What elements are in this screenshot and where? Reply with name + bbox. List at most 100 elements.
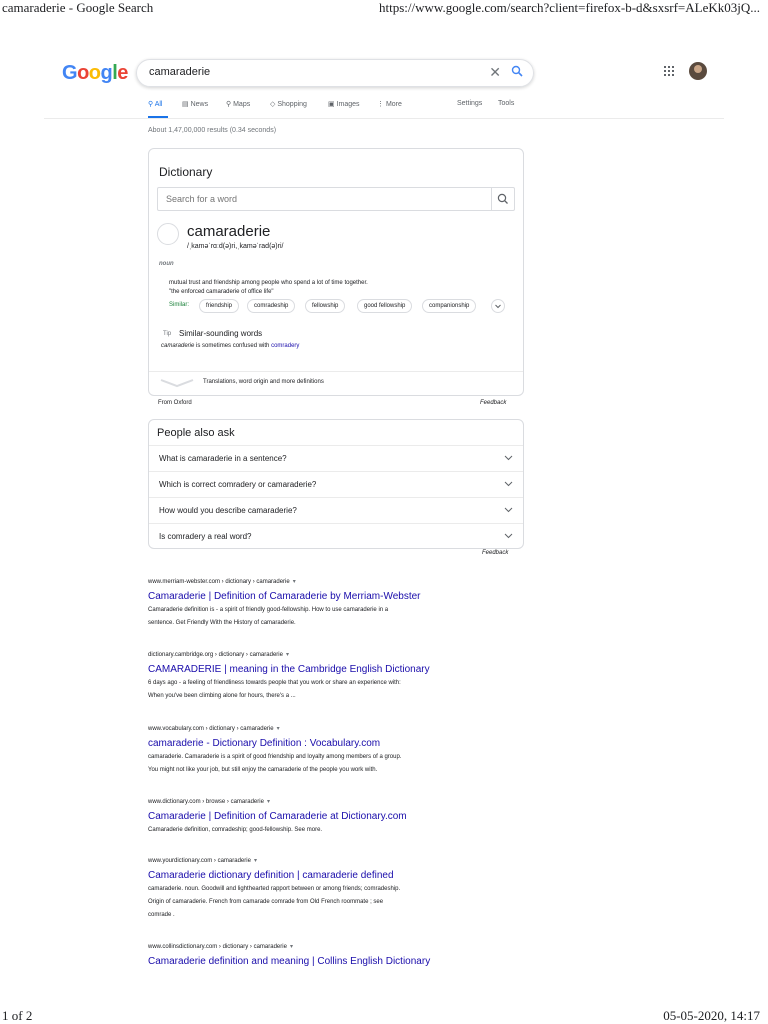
tab-label: Maps [233, 101, 251, 108]
dictionary-divider [149, 371, 523, 372]
similar-chip[interactable]: fellowship [305, 299, 346, 313]
tab-news[interactable]: ▤ News [182, 100, 208, 108]
similar-chip[interactable]: good fellowship [357, 299, 413, 313]
pronunciation-speaker-button[interactable] [157, 223, 179, 245]
chevron-down-icon[interactable] [491, 299, 505, 313]
search-result: www.merriam-webster.com › dictionary › c… [148, 578, 528, 630]
caret-down-icon[interactable]: ▾ [277, 726, 280, 732]
result-url-text: dictionary.cambridge.org › dictionary › … [148, 652, 283, 658]
search-icon[interactable] [511, 64, 523, 82]
result-snippet: camaraderie. noun. Goodwill and lighthea… [148, 883, 528, 922]
tab-images[interactable]: ▣ Images [328, 100, 360, 108]
caret-down-icon[interactable]: ▾ [267, 799, 270, 805]
search-result: dictionary.cambridge.org › dictionary › … [148, 651, 528, 703]
feedback-link[interactable]: Feedback [480, 400, 506, 406]
dictionary-search-input[interactable] [164, 193, 488, 205]
tab-label: Shopping [277, 101, 307, 108]
caret-down-icon[interactable]: ▾ [286, 652, 289, 658]
tab-label: News [190, 101, 209, 108]
print-page-number: 1 of 2 [2, 1008, 33, 1023]
result-snippet: Camaraderie definition, comradeship; goo… [148, 824, 528, 837]
tab-all[interactable]: ⚲ All [148, 100, 162, 108]
snippet-line: When you've been climbing alone for hour… [148, 693, 296, 699]
paa-question[interactable]: Which is correct comradery or camaraderi… [149, 471, 523, 498]
similar-chip[interactable]: friendship [199, 299, 240, 313]
avatar[interactable] [689, 62, 707, 80]
result-title-link[interactable]: Camaraderie | Definition of Camaraderie … [148, 591, 528, 602]
chevron-down-icon [504, 481, 513, 487]
feedback-link[interactable]: Feedback [482, 550, 508, 556]
tab-more[interactable]: ⋮ More [377, 100, 402, 108]
similar-chip[interactable]: companionship [422, 299, 477, 313]
similar-chip[interactable]: comradeship [247, 299, 296, 313]
print-datetime: 05-05-2020, 14:17 [663, 1008, 760, 1023]
snippet-line: Camaraderie definition is - a spirit of … [148, 607, 389, 613]
chevron-down-icon [504, 533, 513, 539]
news-icon: ▤ [182, 101, 189, 108]
logo-letter: G [62, 62, 78, 84]
clear-icon[interactable]: ✕ [489, 64, 501, 81]
tab-maps[interactable]: ⚲ Maps [226, 100, 250, 108]
dictionary-search-button[interactable] [491, 188, 514, 210]
tab-shopping[interactable]: ◇ Shopping [270, 100, 307, 108]
result-url-text: www.dictionary.com › browse › camaraderi… [148, 799, 264, 805]
search-result: www.vocabulary.com › dictionary › camara… [148, 725, 528, 777]
search-result: www.collinsdictionary.com › dictionary ›… [148, 943, 528, 967]
caret-down-icon[interactable]: ▾ [254, 858, 257, 864]
result-url: dictionary.cambridge.org › dictionary › … [148, 651, 528, 658]
snippet-line: Camaraderie definition, comradeship; goo… [148, 827, 323, 833]
print-header: camaraderie - Google Search https://www.… [0, 0, 768, 20]
search-input[interactable] [147, 65, 471, 79]
example-sentence: "the enforced camaraderie of office life… [169, 289, 274, 295]
expand-chevron-icon[interactable] [157, 378, 197, 388]
caret-down-icon[interactable]: ▾ [290, 944, 293, 950]
result-snippet: 6 days ago - a feeling of friendliness t… [148, 677, 528, 703]
paa-question[interactable]: How would you describe camaraderie? [149, 497, 523, 524]
paa-question[interactable]: What is camaraderie in a sentence? [149, 445, 523, 472]
tip-word: camaraderie [161, 343, 195, 349]
logo-letter: o [77, 62, 89, 84]
result-url: www.collinsdictionary.com › dictionary ›… [148, 943, 528, 950]
tip-label: Tip [163, 331, 172, 337]
snippet-line: camaraderie. noun. Goodwill and lighthea… [148, 886, 401, 892]
paa-question-text: Is comradery a real word? [159, 532, 252, 541]
more-definitions-link[interactable]: Translations, word origin and more defin… [203, 379, 324, 385]
search-box: ✕ [136, 59, 534, 87]
snippet-line: comrade . [148, 912, 175, 918]
search-icon [497, 193, 508, 204]
apps-grid-icon[interactable] [664, 66, 674, 76]
result-title-link[interactable]: Camaraderie | Definition of Camaraderie … [148, 811, 528, 822]
tip-link[interactable]: comradery [271, 343, 299, 349]
google-logo[interactable]: Google [62, 62, 128, 85]
result-title-link[interactable]: Camaraderie definition and meaning | Col… [148, 956, 528, 967]
more-vert-icon: ⋮ [377, 101, 384, 108]
snippet-line: 6 days ago - a feeling of friendliness t… [148, 680, 401, 686]
tag-icon: ◇ [270, 101, 276, 108]
print-url: https://www.google.com/search?client=fir… [379, 0, 760, 15]
search-result: www.yourdictionary.com › camaraderie ▾ Ca… [148, 857, 528, 922]
result-title-link[interactable]: Camaraderie dictionary definition | cama… [148, 870, 528, 881]
paa-question-text: What is camaraderie in a sentence? [159, 454, 287, 463]
result-url: www.dictionary.com › browse › camaraderi… [148, 798, 528, 805]
snippet-line: camaraderie. Camaraderie is a spirit of … [148, 754, 402, 760]
tab-tools[interactable]: Tools [498, 100, 514, 107]
tab-settings[interactable]: Settings [457, 100, 482, 107]
paa-title: People also ask [157, 427, 235, 439]
result-url-text: www.merriam-webster.com › dictionary › c… [148, 579, 290, 585]
similar-label: Similar: [169, 302, 190, 308]
image-icon: ▣ [328, 101, 335, 108]
logo-letter: o [88, 62, 101, 84]
tab-label: More [385, 101, 402, 108]
paa-question-text: How would you describe camaraderie? [159, 506, 297, 515]
caret-down-icon[interactable]: ▾ [293, 579, 296, 585]
tip-text: camaraderie is sometimes confused with c… [161, 343, 299, 349]
search-result: www.dictionary.com › browse › camaraderi… [148, 798, 528, 837]
result-title-link[interactable]: camaraderie - Dictionary Definition : Vo… [148, 738, 528, 749]
paa-question-text: Which is correct comradery or camaraderi… [159, 480, 317, 489]
map-pin-icon: ⚲ [226, 101, 232, 108]
dictionary-source: From Oxford [158, 400, 192, 406]
result-stats: About 1,47,00,000 results (0.34 seconds) [148, 127, 277, 134]
part-of-speech: noun [159, 261, 174, 267]
result-title-link[interactable]: CAMARADERIE | meaning in the Cambridge E… [148, 664, 528, 675]
paa-question[interactable]: Is comradery a real word? [149, 523, 523, 550]
